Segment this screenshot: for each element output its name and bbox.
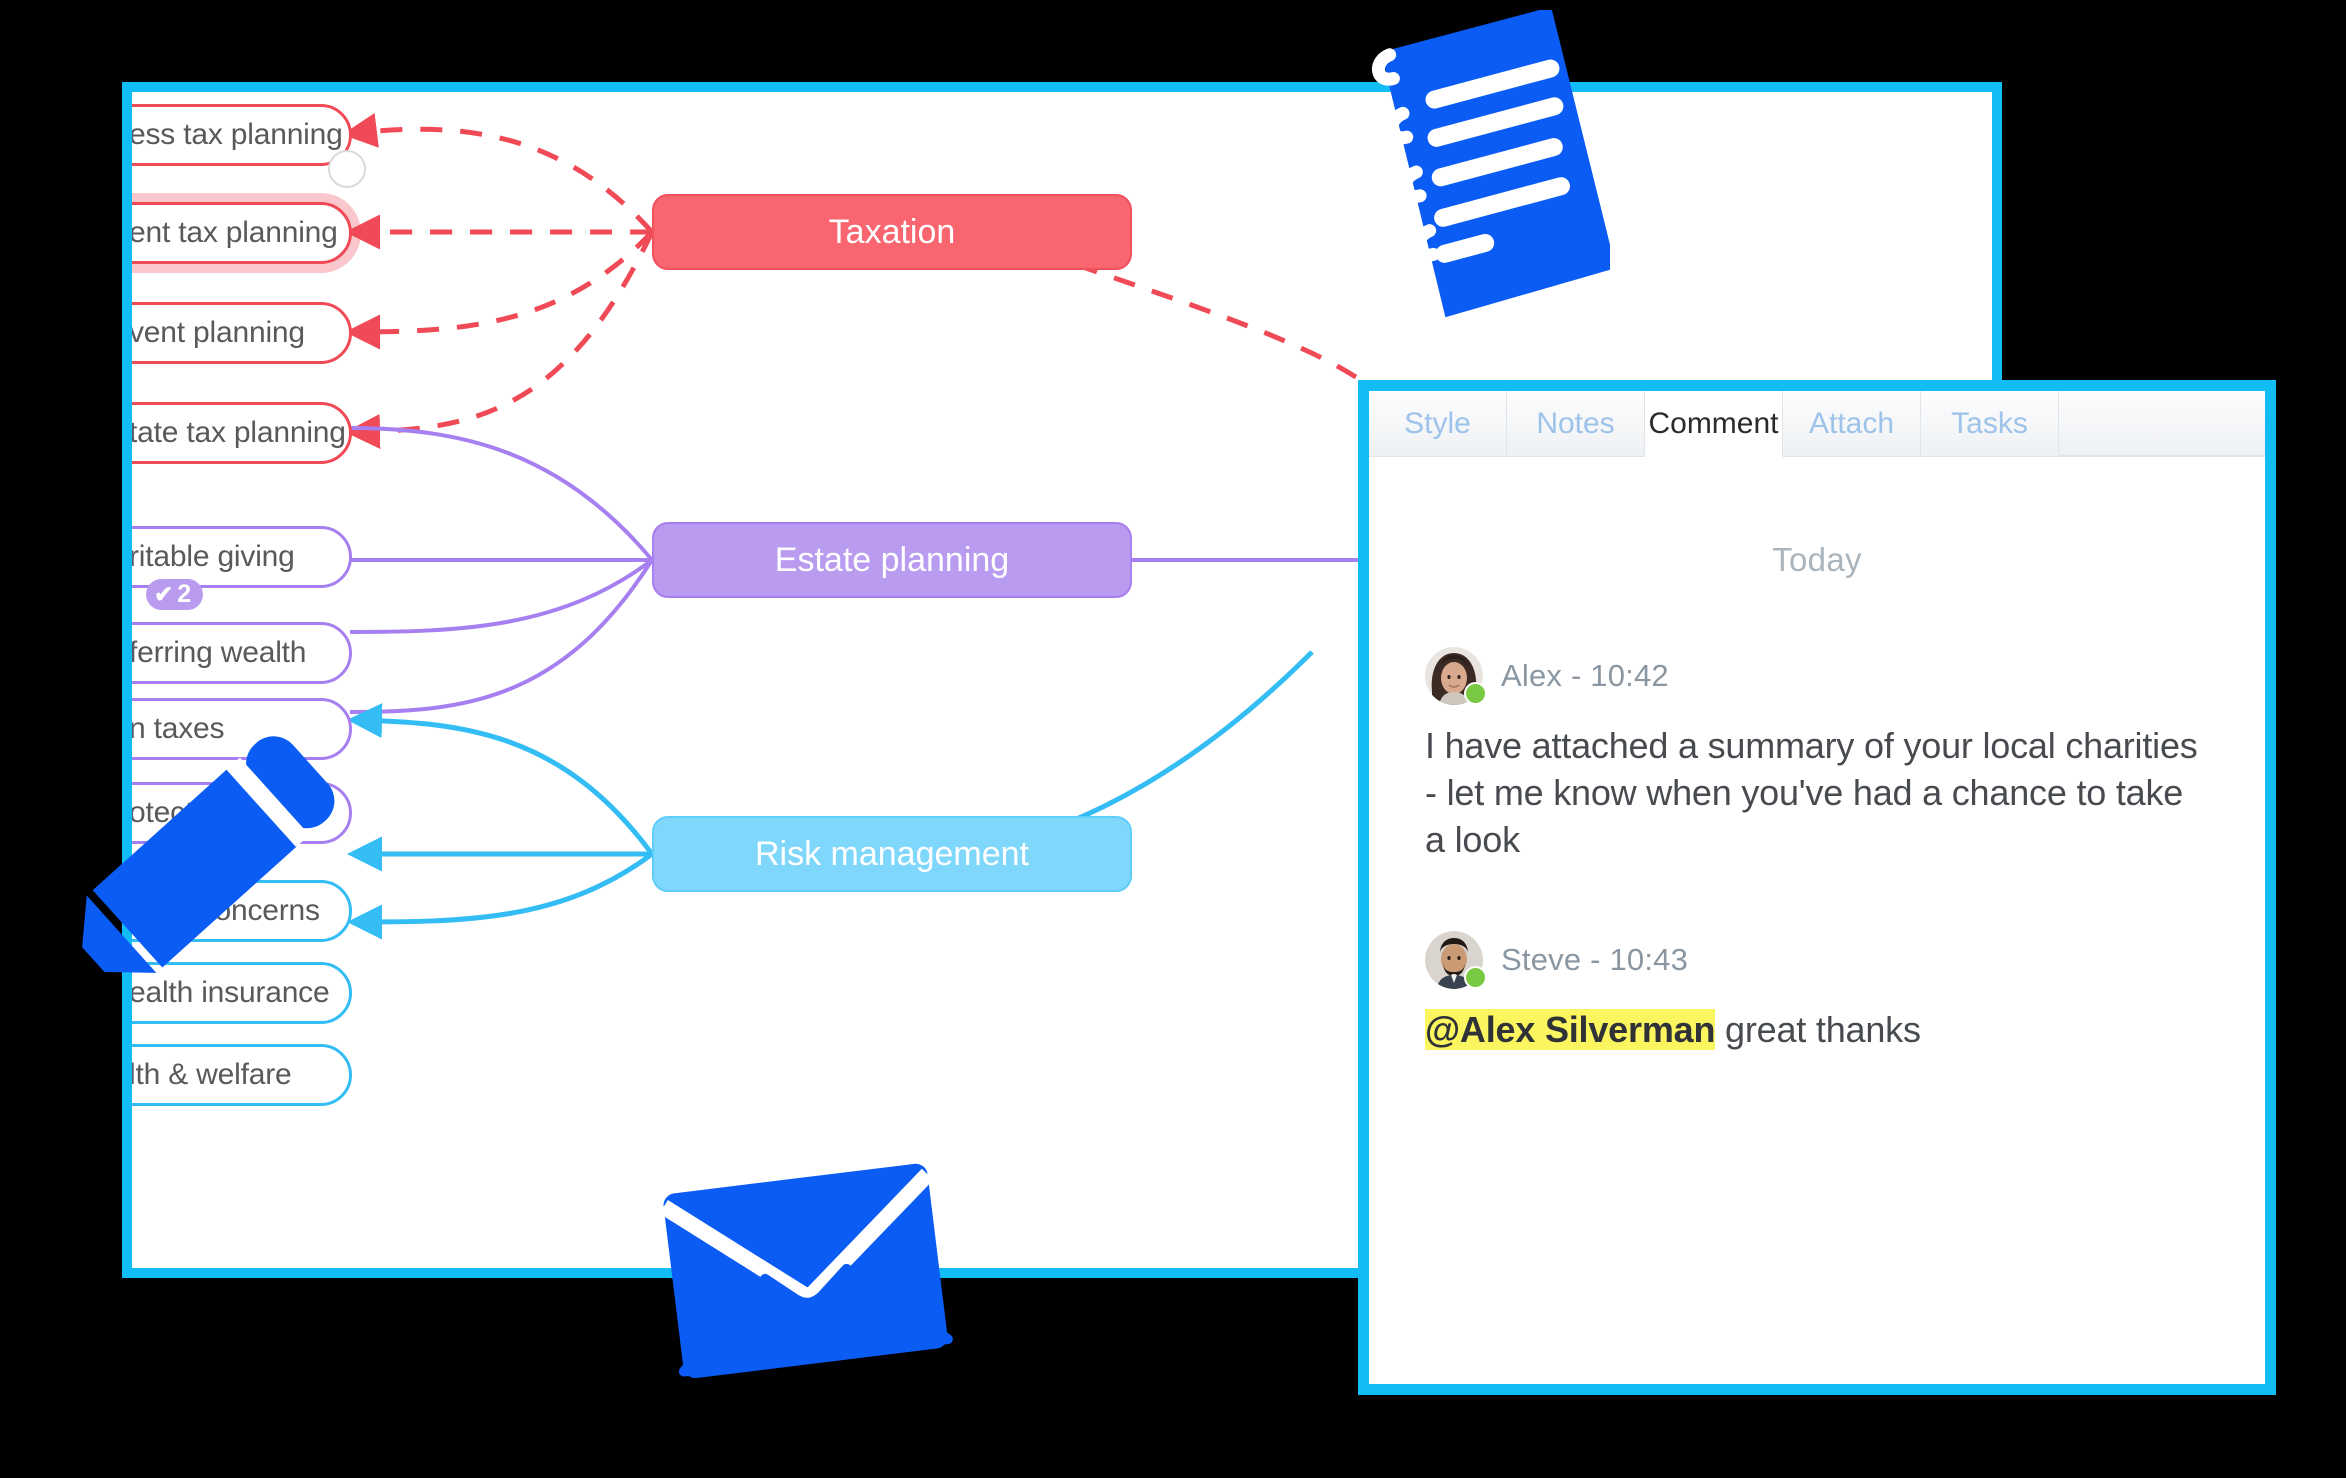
- central-label: Taxation: [828, 212, 956, 251]
- comment-text: I have attached a summary of your local …: [1425, 725, 2198, 860]
- tab-label: Style: [1404, 406, 1471, 440]
- node-label: lth & welfare: [129, 1058, 292, 1091]
- comment-author: Alex: [1501, 658, 1563, 693]
- tabbar-filler: [2059, 391, 2265, 456]
- comment-header: Alex - 10:42: [1425, 647, 2209, 705]
- envelope-icon[interactable]: [655, 1150, 955, 1400]
- mindmap-central-estate-planning[interactable]: Estate planning: [652, 522, 1132, 598]
- mindmap-node-investment-tax-planning[interactable]: ent tax planning: [129, 202, 352, 264]
- comment-header: Steve - 10:43: [1425, 931, 2209, 990]
- online-status-dot: [1464, 966, 1487, 990]
- document-icon[interactable]: [1350, 10, 1610, 320]
- tab-label: Notes: [1536, 406, 1615, 440]
- comment-separator: -: [1570, 658, 1582, 693]
- tab-attach[interactable]: Attach: [1783, 391, 1921, 456]
- node-label: ferring wealth: [129, 636, 307, 669]
- mindmap-node-event-planning[interactable]: vent planning: [129, 302, 352, 364]
- comment-author: Steve: [1501, 942, 1582, 978]
- node-label: ess tax planning: [129, 118, 343, 151]
- comment-author-time: Alex - 10:42: [1501, 658, 1669, 694]
- mindmap-node-health-and-welfare[interactable]: lth & welfare: [129, 1044, 352, 1106]
- mindmap-central-taxation[interactable]: Taxation: [652, 194, 1132, 270]
- mindmap-node-business-tax-planning[interactable]: ess tax planning: [129, 104, 352, 166]
- task-count: 2: [177, 580, 192, 608]
- node-label: tate tax planning: [129, 416, 346, 449]
- mindmap-node-transferring-wealth[interactable]: ferring wealth: [129, 622, 352, 684]
- screen: ess tax planning ent tax planning vent p…: [0, 0, 2346, 1478]
- check-icon: ✔: [154, 581, 174, 607]
- comment-panel: Style Notes Comment Attach Tasks Today A…: [1358, 380, 2276, 1395]
- mindmap-node-estate-tax-planning[interactable]: tate tax planning: [129, 402, 352, 464]
- task-count-badge[interactable]: ✔ 2: [146, 579, 204, 610]
- mindmap-central-risk-management[interactable]: Risk management: [652, 816, 1132, 892]
- tab-tasks[interactable]: Tasks: [1921, 391, 2059, 456]
- comment-time: 10:43: [1609, 942, 1689, 978]
- comment-time: 10:42: [1590, 658, 1669, 693]
- comment-text: @Alex Silverman great thanks: [1425, 1007, 2209, 1054]
- tab-label: Tasks: [1951, 406, 2028, 440]
- tab-style[interactable]: Style: [1369, 391, 1507, 456]
- panel-tabbar: Style Notes Comment Attach Tasks: [1369, 391, 2265, 457]
- tab-label: Comment: [1648, 406, 1779, 440]
- pencil-icon[interactable]: [20, 700, 365, 1020]
- online-status-dot: [1464, 682, 1487, 705]
- comment-author-time: Steve - 10:43: [1501, 942, 1688, 978]
- comment-text-rest: great thanks: [1715, 1009, 1921, 1051]
- avatar[interactable]: [1425, 931, 1487, 990]
- comment-separator: -: [1590, 942, 1601, 978]
- avatar[interactable]: [1425, 647, 1487, 705]
- node-label: ritable giving: [129, 540, 295, 573]
- central-label: Estate planning: [774, 540, 1010, 579]
- node-label: ent tax planning: [129, 216, 338, 249]
- mention-chip[interactable]: @Alex Silverman: [1425, 1009, 1715, 1051]
- tab-notes[interactable]: Notes: [1507, 391, 1645, 456]
- tab-comment[interactable]: Comment: [1645, 391, 1783, 457]
- node-resize-handle[interactable]: [328, 150, 366, 188]
- date-separator: Today: [1772, 541, 1862, 578]
- comment-item: Steve - 10:43 @Alex Silverman great than…: [1425, 931, 2209, 1054]
- tab-label: Attach: [1808, 406, 1895, 440]
- comment-item: Alex - 10:42 I have attached a summary o…: [1425, 647, 2209, 863]
- node-label: vent planning: [129, 316, 305, 349]
- comment-list: Today Alex - 10:42 I have attached a sum…: [1369, 541, 2265, 1054]
- central-label: Risk management: [754, 834, 1029, 873]
